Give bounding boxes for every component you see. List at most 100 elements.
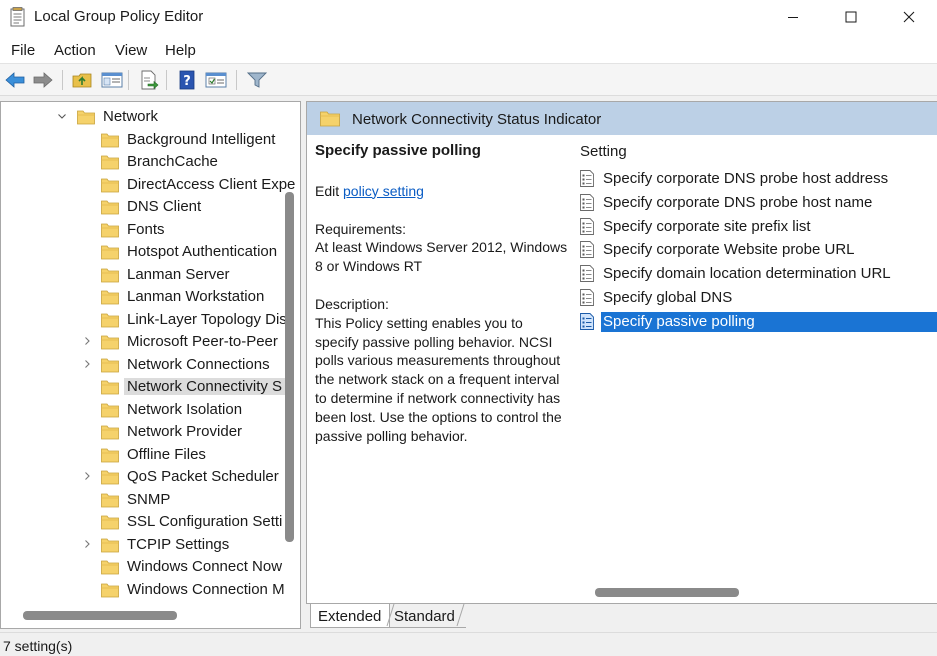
toolbar: ? (0, 64, 937, 96)
policy-setting-icon (579, 193, 595, 211)
setting-row[interactable]: Specify passive polling (579, 310, 937, 333)
setting-title: Specify passive polling (315, 142, 481, 159)
folder-icon (101, 402, 119, 418)
setting-label: Specify corporate DNS probe host name (603, 193, 873, 211)
chevron-right-icon[interactable] (81, 357, 93, 371)
filter-button[interactable] (246, 69, 268, 91)
tree-item-label: Link-Layer Topology Dis (127, 310, 287, 328)
folder-icon (77, 109, 95, 125)
folder-icon (101, 357, 119, 373)
requirements-label: Requirements: (315, 220, 407, 237)
tree-item[interactable]: Windows Connection M (1, 579, 286, 601)
folder-icon (101, 582, 119, 598)
policy-setting-link[interactable]: policy setting (343, 183, 424, 199)
properties-button[interactable] (205, 69, 227, 91)
setting-label: Specify corporate site prefix list (603, 217, 811, 235)
show-hide-tree-button[interactable] (101, 69, 123, 91)
setting-row[interactable]: Specify corporate Website probe URL (579, 238, 937, 261)
tree-item-label: Network Isolation (127, 400, 243, 418)
folder-icon (101, 289, 119, 305)
folder-icon (101, 492, 119, 508)
back-arrow-icon (5, 72, 25, 88)
forward-button[interactable] (32, 69, 54, 91)
tree-item-label: Lanman Workstation (127, 288, 265, 305)
folder-icon (101, 132, 119, 148)
tree-item[interactable]: Lanman Server (1, 264, 286, 286)
menu-view[interactable]: View (115, 42, 147, 59)
setting-row[interactable]: Specify corporate DNS probe host name (579, 191, 937, 214)
setting-row[interactable]: Specify corporate DNS probe host address (579, 167, 937, 190)
filter-icon (247, 72, 267, 88)
toolbar-separator (236, 70, 237, 90)
setting-row[interactable]: Specify corporate site prefix list (579, 215, 937, 238)
folder-icon (101, 469, 119, 485)
show-hide-tree-icon (101, 72, 123, 88)
tree-item[interactable]: Fonts (1, 219, 286, 241)
setting-label: Specify passive polling (601, 311, 937, 332)
help-icon: ? (179, 70, 195, 90)
menu-help[interactable]: Help (165, 42, 196, 59)
tree-item[interactable]: Background Intelligent (1, 129, 286, 151)
tree-item[interactable]: Network Connections (1, 354, 286, 376)
tree-vertical-scrollbar[interactable] (285, 192, 294, 542)
tree-item[interactable]: Hotspot Authentication (1, 241, 286, 263)
tree-item[interactable]: Network Provider (1, 421, 286, 443)
setting-label: Specify domain location determination UR… (603, 265, 891, 283)
folder-icon (101, 514, 119, 530)
tree-item[interactable]: Network Isolation (1, 399, 286, 421)
tree-pane[interactable]: Network Background Intelligent BranchCache… (0, 101, 301, 629)
tree-item[interactable]: SSL Configuration Setti (1, 511, 286, 533)
tree-item-label: Lanman Server (127, 265, 230, 283)
category-header: Network Connectivity Status Indicator (307, 102, 937, 135)
tree-item[interactable]: Lanman Workstation (1, 286, 286, 308)
setting-column-header[interactable]: Setting (580, 143, 627, 160)
tree-item[interactable]: BranchCache (1, 151, 286, 173)
minimize-button[interactable] (764, 0, 822, 34)
setting-row[interactable]: Specify global DNS (579, 286, 937, 309)
close-button[interactable] (880, 0, 937, 34)
tree-item[interactable]: Network Connectivity S (1, 376, 286, 398)
tree-item[interactable]: SNMP (1, 489, 286, 511)
chevron-right-icon[interactable] (81, 537, 93, 551)
tree-item[interactable]: Windows Connect Now (1, 556, 286, 578)
folder-icon (101, 177, 119, 193)
maximize-button[interactable] (822, 0, 880, 34)
menu-file[interactable]: File (11, 42, 35, 59)
folder-icon (101, 537, 119, 553)
settings-horizontal-scrollbar[interactable] (595, 588, 739, 597)
tree-item-label: DNS Client (127, 198, 202, 215)
tree-item[interactable]: Link-Layer Topology Dis (1, 309, 287, 331)
chevron-down-icon[interactable] (56, 109, 68, 123)
tree-item[interactable]: Microsoft Peer-to-Peer (1, 331, 286, 353)
export-list-button[interactable] (138, 69, 160, 91)
folder-icon (101, 334, 119, 350)
tree-horizontal-scrollbar[interactable] (23, 611, 177, 620)
tree-item[interactable]: Network (1, 106, 286, 128)
edit-prefix: Edit (315, 182, 344, 199)
up-one-level-button[interactable] (71, 69, 93, 91)
setting-label: Specify corporate Website probe URL (603, 241, 855, 259)
back-button[interactable] (4, 69, 26, 91)
tree-item[interactable]: DNS Client (1, 196, 286, 218)
policy-setting-icon (579, 217, 595, 235)
help-button[interactable]: ? (176, 69, 198, 91)
menu-action[interactable]: Action (54, 42, 96, 59)
tree-item[interactable]: QoS Packet Scheduler (1, 466, 286, 488)
folder-icon (101, 222, 119, 238)
tree-item-label: SSL Configuration Setti (127, 513, 283, 530)
folder-icon (101, 312, 119, 328)
tree-item-label: TCPIP Settings (127, 535, 230, 553)
chevron-right-icon[interactable] (81, 469, 93, 483)
view-tabs: Extended Standard (306, 604, 937, 629)
tree-item[interactable]: TCPIP Settings (1, 534, 286, 556)
chevron-right-icon[interactable] (81, 334, 93, 348)
setting-row[interactable]: Specify domain location determination UR… (579, 262, 937, 285)
folder-icon (101, 199, 119, 215)
policy-setting-icon (579, 312, 595, 330)
policy-editor-app-icon (9, 7, 27, 27)
tree-item[interactable]: Offline Files (1, 444, 286, 466)
status-text: 7 setting(s) (3, 638, 73, 654)
toolbar-separator (166, 70, 167, 90)
tab-extended[interactable]: Extended (310, 604, 390, 628)
tree-item[interactable]: DirectAccess Client Expe (1, 174, 295, 196)
